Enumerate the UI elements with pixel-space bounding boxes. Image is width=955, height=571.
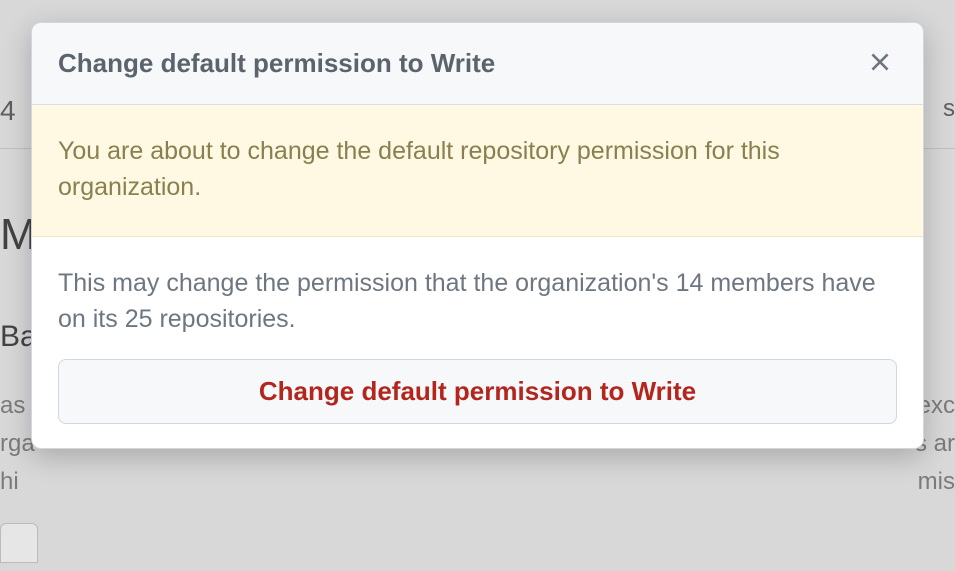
close-button[interactable] [863,45,897,82]
close-icon [867,49,893,78]
bg-text: rga [0,430,35,458]
dialog-body-text: This may change the permission that the … [32,237,923,360]
dialog-footer: Change default permission to Write [32,359,923,448]
dialog-header: Change default permission to Write [32,23,923,105]
bg-text: hi [0,468,19,496]
bg-text: 4 [0,95,16,127]
dialog-warning-banner: You are about to change the default repo… [32,105,923,237]
bg-text: mis [918,468,955,496]
confirm-dialog: Change default permission to Write You a… [31,22,924,449]
bg-text: s [943,95,955,123]
dialog-title: Change default permission to Write [58,48,495,79]
confirm-change-permission-button[interactable]: Change default permission to Write [58,359,897,424]
bg-text: as [0,392,25,420]
bg-button-fragment [0,523,38,563]
